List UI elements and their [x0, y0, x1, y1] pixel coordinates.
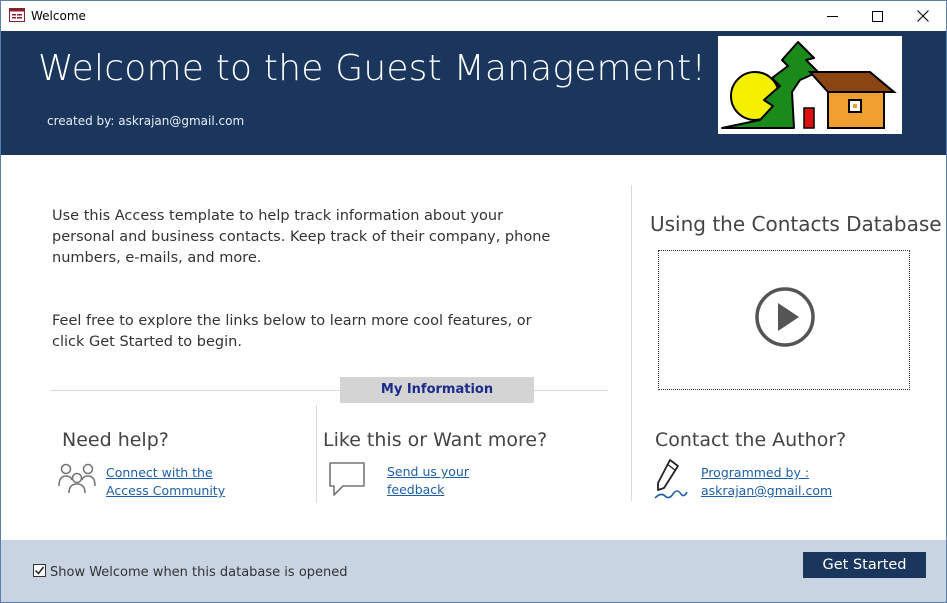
speech-bubble-icon	[329, 462, 365, 501]
video-title: Using the Contacts Database	[650, 212, 942, 236]
author-link-line2[interactable]: askrajan@gmail.com	[701, 482, 832, 500]
created-by-text: created by: askrajan@gmail.com	[47, 114, 245, 128]
feedback-title: Like this or Want more?	[323, 429, 548, 451]
minimize-button[interactable]	[809, 1, 855, 31]
house-sun-tree-logo	[718, 36, 902, 134]
maximize-button[interactable]	[854, 1, 900, 31]
page-title: Welcome to the Guest Management!	[38, 48, 707, 89]
help-title: Need help?	[62, 429, 169, 451]
minimize-icon	[826, 11, 838, 22]
intro-paragraph-2: Feel free to explore the links below to …	[52, 313, 532, 350]
checkmark-icon	[34, 566, 45, 575]
community-icon	[58, 462, 96, 499]
close-button[interactable]	[900, 1, 946, 31]
show-welcome-checkbox[interactable]	[33, 564, 46, 577]
footer-bar: Show Welcome when this database is opene…	[1, 540, 946, 602]
intro-paragraph: Use this Access template to help track i…	[52, 208, 551, 266]
header-banner: Welcome to the Guest Management! created…	[1, 31, 946, 155]
author-title: Contact the Author?	[655, 429, 847, 451]
pen-signature-icon	[653, 458, 689, 505]
title-bar: Welcome	[1, 1, 946, 31]
welcome-window: Welcome Welcome to the Guest Management!…	[0, 0, 947, 603]
community-link-line1[interactable]: Connect with the	[106, 464, 225, 482]
maximize-icon	[871, 10, 883, 22]
feedback-link-line2[interactable]: feedback	[387, 481, 469, 499]
vertical-divider	[631, 185, 632, 501]
feedback-link-line1[interactable]: Send us your	[387, 463, 469, 481]
show-welcome-label[interactable]: Show Welcome when this database is opene…	[50, 565, 348, 580]
play-icon[interactable]	[755, 287, 815, 352]
window-title: Welcome	[31, 9, 86, 23]
community-link-line2[interactable]: Access Community	[106, 482, 225, 500]
close-icon	[917, 10, 929, 22]
section-divider	[316, 405, 317, 503]
get-started-button[interactable]: Get Started	[803, 552, 926, 578]
form-icon	[9, 8, 25, 22]
author-link-line1[interactable]: Programmed by :	[701, 464, 832, 482]
video-player[interactable]	[658, 250, 910, 390]
my-information-tab[interactable]: My Information	[340, 377, 534, 403]
feedback-link[interactable]: Send us your feedback	[387, 463, 469, 499]
community-link[interactable]: Connect with the Access Community	[106, 464, 225, 500]
author-link[interactable]: Programmed by : askrajan@gmail.com	[701, 464, 832, 500]
